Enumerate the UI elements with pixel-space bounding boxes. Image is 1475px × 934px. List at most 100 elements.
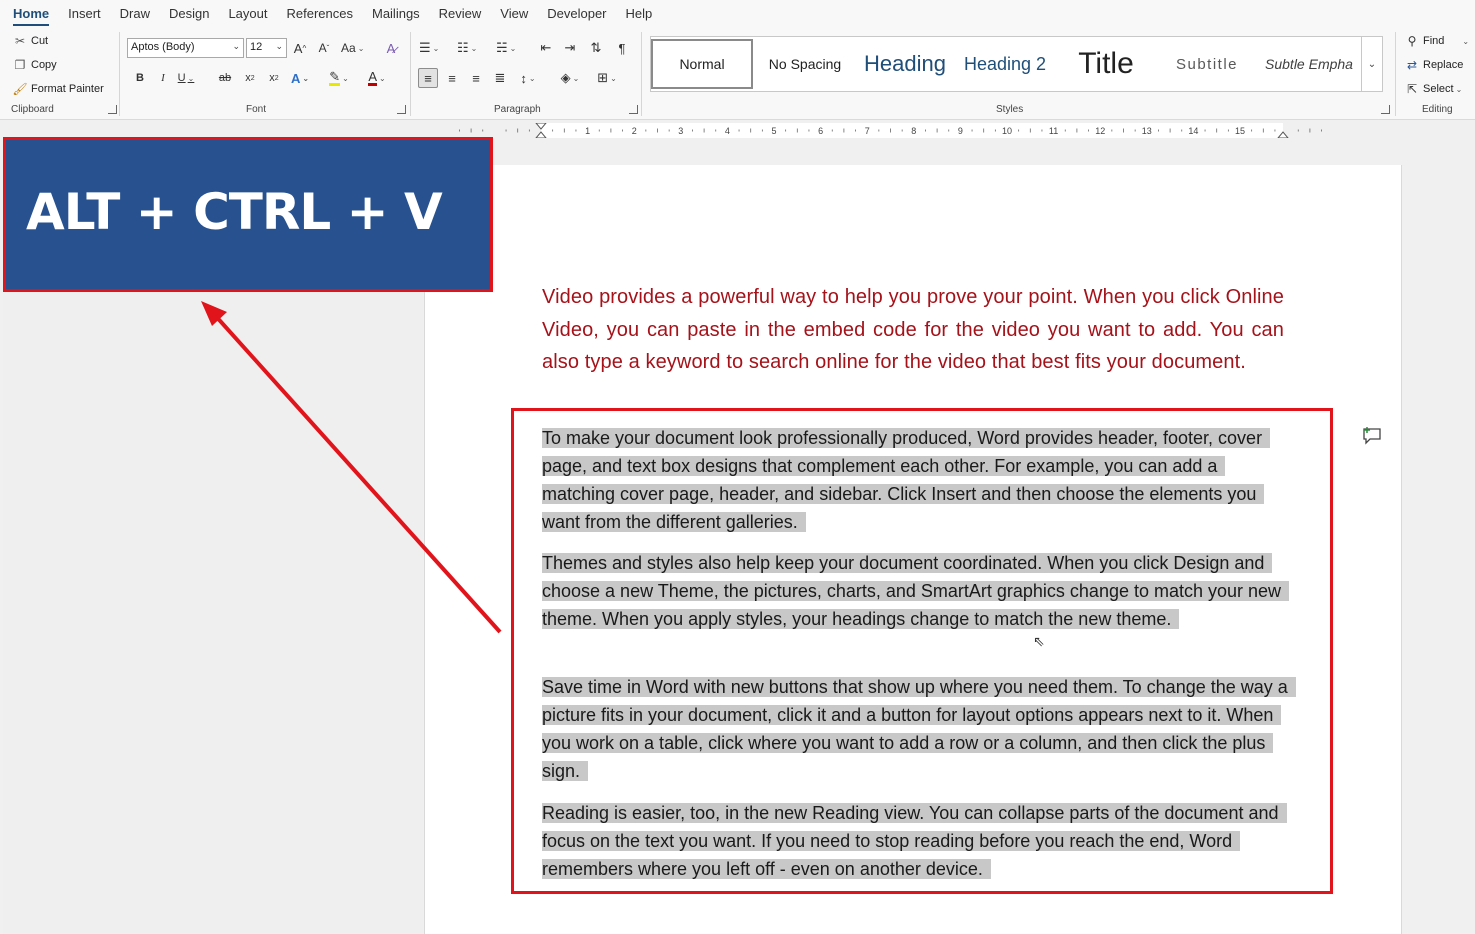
line-spacing-button[interactable]: ↕ ⌄ [518, 68, 538, 88]
separator [410, 32, 411, 116]
styles-gallery: Normal No Spacing Heading Heading 2 Titl… [650, 36, 1383, 92]
shrink-font-button[interactable]: Aˇ [314, 38, 334, 58]
paragraph-launcher-icon[interactable] [629, 105, 638, 114]
copy-button[interactable]: ❐ Copy [12, 58, 57, 72]
format-painter-label: Format Painter [31, 83, 104, 95]
tab-developer[interactable]: Developer [547, 6, 606, 21]
format-painter-button[interactable]: 🖌 Format Painter [12, 82, 104, 96]
paint-bucket-icon: ◈ [560, 70, 571, 85]
replace-icon: ⇄ [1406, 58, 1418, 72]
font-size-combo[interactable]: 12 ⌄ [246, 38, 287, 58]
tab-design[interactable]: Design [169, 6, 209, 21]
style-heading-2[interactable]: Heading 2 [955, 39, 1055, 89]
numbering-button[interactable]: ☷ ⌄ [457, 38, 477, 58]
multilevel-list-icon: ☵ [496, 40, 508, 55]
styles-more-button[interactable]: ⌄ [1361, 36, 1383, 92]
red-paragraph[interactable]: Video provides a powerful way to help yo… [542, 281, 1284, 379]
style-title[interactable]: Title [1055, 39, 1157, 89]
increase-indent-button[interactable]: ⇥ [560, 38, 580, 58]
paintbrush-icon: 🖌 [12, 82, 28, 96]
clipboard-group-label: Clipboard [11, 104, 54, 115]
tab-mailings[interactable]: Mailings [372, 6, 420, 21]
ruler-number: 13 [1142, 126, 1152, 136]
select-label: Select [1423, 83, 1454, 95]
selection-highlight-box [511, 408, 1333, 894]
align-center-button[interactable]: ≡ [442, 68, 462, 88]
clear-formatting-button[interactable]: A̷ [381, 38, 401, 58]
red-arrow-icon [201, 301, 502, 634]
borders-button[interactable]: ⊞ ⌄ [597, 68, 617, 88]
align-right-button[interactable]: ≡ [466, 68, 486, 88]
tab-draw[interactable]: Draw [120, 6, 150, 21]
style-normal[interactable]: Normal [651, 39, 753, 89]
decrease-indent-icon: ⇤ [540, 40, 552, 55]
chevron-down-icon: ⌄ [232, 41, 240, 51]
bullets-button[interactable]: ☰ ⌄ [419, 38, 439, 58]
ruler-number: 8 [911, 126, 916, 136]
tab-layout[interactable]: Layout [228, 6, 267, 21]
tab-insert[interactable]: Insert [68, 6, 101, 21]
subscript-button[interactable]: x2 [240, 68, 260, 88]
cursor-arrow-icon: ⇱ [1406, 82, 1418, 96]
mouse-cursor-icon: ⇖ [1033, 633, 1045, 649]
font-launcher-icon[interactable] [397, 105, 406, 114]
font-name-combo[interactable]: Aptos (Body) ⌄ [127, 38, 244, 58]
shrink-font-icon: A [318, 41, 327, 55]
horizontal-ruler[interactable]: 1 2 3 4 5 6 7 8 9 10 11 12 13 14 15 [424, 123, 1402, 138]
underline-button[interactable]: U ⌄ [176, 68, 196, 88]
highlight-color-button[interactable]: ✎ ⌄ [329, 68, 349, 88]
style-subtle-emphasis[interactable]: Subtle Empha [1257, 39, 1361, 89]
replace-label: Replace [1423, 59, 1464, 71]
line-spacing-icon: ↕ [520, 70, 527, 86]
chevron-down-icon: ⌄ [275, 41, 283, 51]
tab-home[interactable]: Home [13, 6, 50, 26]
strikethrough-button[interactable]: ab [215, 68, 235, 88]
italic-button[interactable]: I [153, 68, 173, 88]
font-color-button[interactable]: A ⌄ [367, 68, 387, 88]
style-no-spacing[interactable]: No Spacing [755, 39, 855, 89]
font-size-value: 12 [250, 41, 263, 53]
paragraph-group-label: Paragraph [494, 104, 541, 115]
cut-button[interactable]: ✂ Cut [12, 34, 48, 48]
tab-view[interactable]: View [500, 6, 528, 21]
text-effects-button[interactable]: A ⌄ [290, 68, 310, 88]
replace-button[interactable]: ⇄ Replace [1404, 58, 1463, 72]
align-center-icon: ≡ [448, 70, 456, 86]
ruler-number: 14 [1188, 126, 1198, 136]
align-left-button[interactable]: ≡ [418, 68, 438, 88]
highlighter-icon: ✎ [329, 69, 341, 86]
change-case-button[interactable]: Aa ⌄ [341, 38, 364, 58]
ruler-number: 15 [1235, 126, 1245, 136]
ruler-number: 4 [725, 126, 730, 136]
search-icon: ⚲ [1407, 34, 1417, 48]
tab-references[interactable]: References [287, 6, 353, 21]
ruler-number: 5 [771, 126, 776, 136]
bold-button[interactable]: B [130, 68, 150, 88]
multilevel-list-button[interactable]: ☵ ⌄ [496, 38, 516, 58]
justify-button[interactable]: ≣ [490, 68, 510, 88]
show-formatting-button[interactable]: ¶ [612, 38, 632, 58]
find-label: Find [1423, 35, 1445, 47]
superscript-button[interactable]: x2 [264, 68, 284, 88]
clipboard-launcher-icon[interactable] [108, 105, 117, 114]
separator [641, 32, 642, 116]
pilcrow-icon: ¶ [618, 40, 626, 56]
find-button[interactable]: ⚲ Find ⌄ [1404, 34, 1470, 48]
styles-launcher-icon[interactable] [1381, 105, 1390, 114]
tab-review[interactable]: Review [439, 6, 482, 21]
style-heading-1[interactable]: Heading [855, 39, 955, 89]
font-name-value: Aptos (Body) [131, 41, 195, 53]
grow-font-button[interactable]: A ^ [290, 38, 310, 58]
select-button[interactable]: ⇱ Select ⌄ [1404, 82, 1462, 96]
decrease-indent-button[interactable]: ⇤ [536, 38, 556, 58]
new-comment-icon[interactable] [1361, 425, 1383, 445]
tab-help[interactable]: Help [626, 6, 653, 21]
scissors-icon: ✂ [14, 34, 26, 48]
sort-button[interactable]: ⇅ [586, 38, 606, 58]
ruler-number: 7 [865, 126, 870, 136]
style-subtitle[interactable]: Subtitle [1157, 39, 1257, 89]
copy-label: Copy [31, 59, 57, 71]
shading-button[interactable]: ◈ ⌄ [560, 68, 580, 88]
font-color-icon: A [368, 69, 377, 86]
ruler-number: 1 [585, 126, 590, 136]
